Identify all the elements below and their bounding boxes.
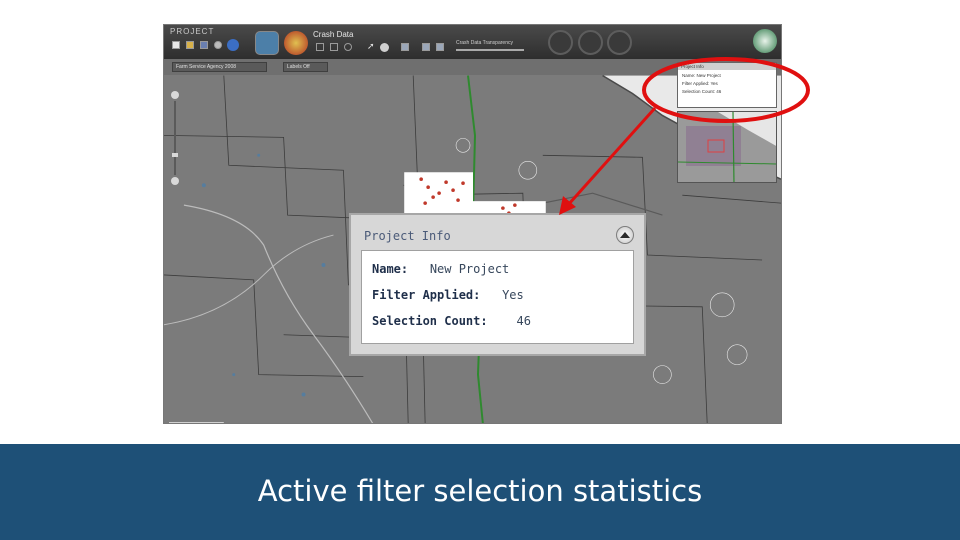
selection-count-label: Selection Count: [372, 314, 488, 328]
project-info-title: Project Info [364, 229, 451, 243]
project-info-card: Name: New Project Filter Applied: Yes Se… [361, 250, 634, 344]
basemap-dropdown[interactable]: Farm Service Agency 2008 [172, 62, 267, 72]
crash-data-icon[interactable] [284, 31, 308, 55]
basemap-dropdown-value: Farm Service Agency 2008 [176, 64, 237, 70]
labels-dropdown-value: Labels Off [287, 64, 310, 70]
project-menu-label[interactable]: PROJECT [170, 27, 214, 36]
project-info-panel-small: Project Info Name: New Project Filter Ap… [677, 62, 777, 108]
filter-applied-label: Filter Applied: [372, 288, 481, 302]
mini-name-label: Name: [682, 73, 696, 78]
mini-filter-label: Filter Applied: [682, 81, 710, 86]
filter-transparency-label: Crash Data Transparency [456, 40, 513, 46]
help-icon[interactable] [227, 39, 239, 51]
labels-dropdown[interactable]: Labels Off [283, 62, 328, 72]
selection-count-row: Selection Count: 46 [372, 314, 531, 328]
map-tool-icon[interactable] [548, 30, 573, 55]
main-toolbar: PROJECT Crash Data ➚ Crash Data Transpar… [164, 25, 781, 59]
export-icon[interactable] [422, 43, 430, 51]
save-icon[interactable] [200, 41, 208, 49]
zoom-slider-track[interactable] [174, 101, 176, 175]
selection-count-value: 46 [516, 314, 531, 328]
mini-count-row: Selection Count: 46 [678, 89, 776, 94]
crash-data-label: Crash Data [313, 30, 354, 39]
select-tool-icon[interactable]: ➚ [367, 41, 375, 52]
overview-map[interactable] [677, 111, 777, 183]
state-logo-icon [753, 29, 777, 53]
mini-filter-row: Filter Applied: Yes [678, 81, 776, 86]
print-icon[interactable] [436, 43, 444, 51]
mini-name-row: Name: New Project [678, 73, 776, 78]
zoom-control [171, 91, 179, 187]
transparency-slider[interactable] [456, 49, 524, 51]
filter-applied-row: Filter Applied: Yes [372, 288, 524, 302]
zoom-in-icon[interactable] [171, 91, 179, 99]
clear-selection-icon[interactable] [380, 43, 389, 52]
mini-name-value: New Project [696, 73, 721, 78]
filter-applied-value: Yes [502, 288, 524, 302]
mini-filter-value: Yes [710, 81, 718, 86]
report-icon[interactable] [607, 30, 632, 55]
mini-panel-title: Project Info [678, 63, 776, 70]
overview-map-graphic [678, 112, 776, 182]
new-icon[interactable] [172, 41, 180, 49]
slide-caption: Active filter selection statistics [257, 474, 703, 508]
circle-select-icon[interactable] [344, 43, 352, 51]
mini-count-value: 46 [716, 89, 722, 94]
zoom-slider-handle[interactable] [172, 153, 178, 157]
name-label: Name: [372, 262, 409, 276]
rectangle-select-icon[interactable] [316, 43, 324, 51]
open-icon[interactable] [186, 41, 194, 49]
project-info-panel-zoomed: Project Info Name: New Project Filter Ap… [349, 213, 646, 356]
settings-icon[interactable] [214, 41, 222, 49]
layers-icon[interactable] [255, 31, 279, 55]
name-value: New Project [429, 262, 510, 276]
polygon-select-icon[interactable] [330, 43, 338, 51]
name-row: Name: New Project [372, 262, 509, 276]
mini-count-label: Selection Count: [682, 89, 716, 94]
table-icon[interactable] [401, 43, 409, 51]
zoom-out-icon[interactable] [171, 177, 179, 185]
collapse-icon[interactable] [616, 226, 634, 244]
chart-icon[interactable] [578, 30, 603, 55]
